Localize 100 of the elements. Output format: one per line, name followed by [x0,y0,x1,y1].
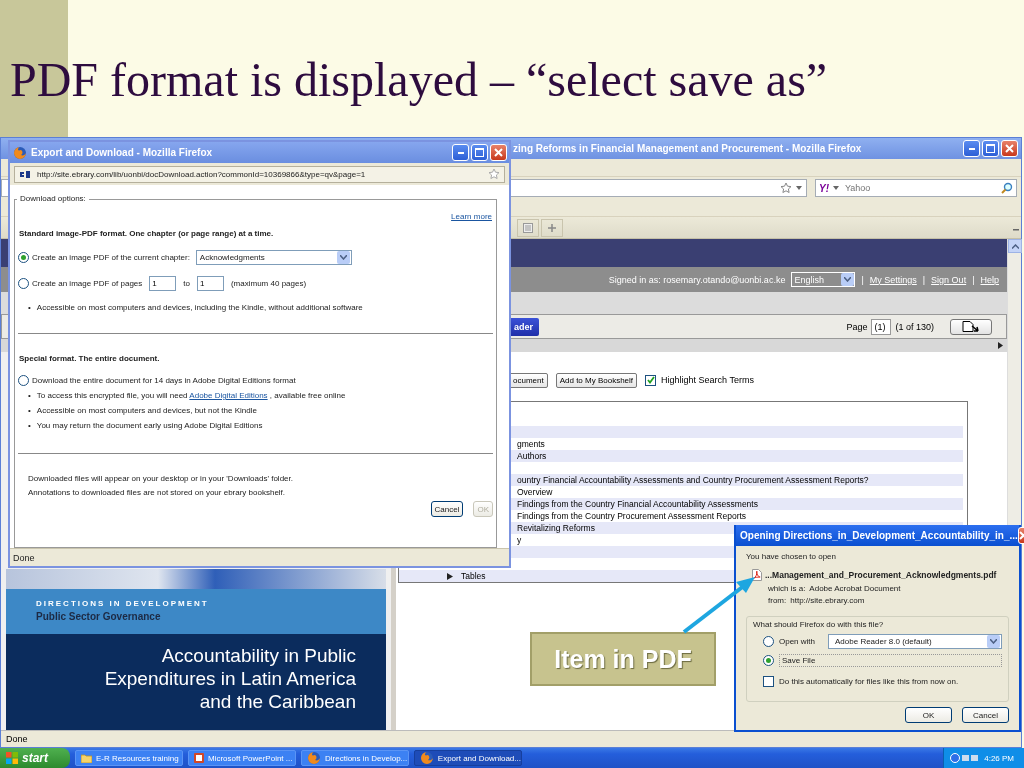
cover-title: Expenditures in Latin America [104,667,356,690]
toc-entry[interactable]: Findings from the Country Procurement Assessment Reports [517,511,747,521]
folder-icon [81,753,92,763]
taskbar-button[interactable]: Export and Download... [414,750,522,766]
chapter-dropdown[interactable]: Acknowledgments [195,250,352,265]
search-engine-logo[interactable]: Y! [819,182,829,194]
cover-title: Accountability in Public [161,644,356,667]
separator: | [922,274,926,285]
dialog-button[interactable]: Cancel [430,501,464,517]
tab-list-icon [523,222,533,233]
window-title: zing Reforms in Financial Management and Procurement - Mozilla Firefox [513,143,862,154]
minimize-button[interactable] [452,144,469,161]
search-icon[interactable] [1001,182,1013,194]
page-view-button[interactable] [950,318,992,335]
checkbox-label: Highlight Search Terms [661,375,754,385]
option-label: Download the entire document for 14 days in Adobe Digital Editions format [32,376,296,385]
option-label: Create an image PDF of pages [32,279,143,288]
firefox-icon [420,751,434,765]
address-field[interactable]: http://site.ebrary.com/lib/uonbi/docDownload.action?commonId=10369866&type=qv&page=1 [14,165,505,183]
bullet-text: Accessible on most computers and devices, including the Kindle, without additional software [36,302,363,313]
toc-entry[interactable]: Revitalizing Reforms [517,523,595,533]
radio-button[interactable] [763,655,774,666]
firefox-icon [307,751,321,765]
slide-title: PDF format is displayed – “select save as” [10,52,828,107]
checkbox-label: Do this automatically for files like this from now on. [779,677,959,686]
tray-icons[interactable] [950,753,981,763]
close-button[interactable] [1001,140,1018,157]
page-from-field[interactable]: 1 [149,276,177,291]
expand-arrow-icon[interactable] [447,572,453,580]
toc-entry[interactable]: Findings from the Country Financial Accountability Assessments [517,499,758,509]
range-note: (maximum 40 pages) [230,279,307,288]
radio-button[interactable] [18,252,29,263]
maximize-button[interactable] [471,144,488,161]
group-legend: What should Firefox do with this file? [753,620,1002,629]
windows-logo-icon [6,752,18,764]
search-field[interactable]: Y! Yahoo [815,179,1017,197]
star-icon[interactable] [780,182,792,194]
range-label: to [183,279,190,288]
maximize-button[interactable] [982,140,999,157]
bullet-text: You may return the document early using Adobe Digital Editions [36,420,263,431]
info-text: Annotations to downloaded files are not stored on your ebrary bookshelf. [28,488,287,497]
cover-title: and the Caribbean [199,690,356,713]
clock: 4:26 PM [984,753,1014,763]
signed-in-text: Signed in as: rosemary.otando@uonbi.ac.ke [608,274,786,285]
cover-subseries: Public Sector Governance [36,611,162,622]
dropdown-arrow-icon[interactable] [796,186,802,190]
page-count: (1 of 130) [895,321,934,332]
minimize-icon [457,151,464,154]
toc-entry[interactable]: Overview [517,487,553,497]
presentation-icon [194,753,204,763]
bullet-text: To access this encrypted file, you will need Adobe Digital Editions , available free online [36,390,346,401]
info-text: Downloaded files will appear on your desktop or in your 'Downloads' folder. [28,474,294,483]
dropdown-arrow-icon[interactable] [833,186,839,190]
bookshelf-button[interactable]: Add to My Bookshelf [555,372,638,388]
link[interactable]: Adobe Digital Editions [189,391,268,400]
radio-button[interactable] [18,278,29,289]
application-dropdown[interactable]: Adobe Reader 8.0 (default) [828,634,1002,649]
file-source: http://site.ebrary.com [790,596,865,605]
bullet-mark: • [28,405,31,416]
status-text: Done [6,734,28,744]
toc-entry[interactable]: Authors [517,451,547,461]
dialog-button[interactable]: OK [905,707,952,723]
expand-arrow-icon[interactable] [998,342,1003,349]
section-heading: Standard image-PDF format. One chapter (or page range) at a time. [19,229,275,238]
toc-entry[interactable]: y [517,535,522,545]
window-title: Opening Directions_in_Development_Accountability_in_... [740,530,1018,541]
plus-icon [548,223,556,232]
taskbar-button[interactable]: Directions in Develop... [301,750,409,766]
taskbar-button[interactable]: Microsoft PowerPoint ... [188,750,296,766]
star-icon[interactable] [488,168,500,180]
taskbar-button[interactable]: E-R Resources training [75,750,183,766]
toc-entry[interactable]: gments [517,439,545,449]
dialog-button[interactable]: Cancel [962,707,1009,723]
pdf-file-icon [752,569,762,581]
page-to-field[interactable]: 1 [196,276,224,291]
toc-entry[interactable]: ountry Financial Accountability Assessments and Country Procurement Assessment Reports? [517,475,869,485]
cover-series: DIRECTIONS IN DEVELOPMENT [36,599,210,608]
bullet-mark: • [28,302,31,313]
maximize-icon [475,148,484,157]
window-title: Export and Download - Mozilla Firefox [31,147,213,158]
learn-more-link[interactable]: Learn more [451,212,492,221]
close-button[interactable] [490,144,507,161]
close-icon [494,148,503,157]
callout-label: Item in PDF [530,632,716,686]
radio-button[interactable] [18,375,29,386]
bullet-mark: • [28,420,31,431]
toc-entry[interactable]: Tables [461,571,486,581]
bullet-mark: • [28,390,31,401]
minimize-button[interactable] [963,140,980,157]
page-field[interactable]: (1) [871,318,892,335]
intro-text: You have chosen to open [746,552,837,561]
close-icon [1005,144,1014,153]
separator: | [861,274,864,285]
highlight-checkbox[interactable] [645,374,657,386]
radio-button[interactable] [763,636,774,647]
option-label: Create an image PDF of the current chapter: [32,253,190,262]
page-icon [961,321,981,332]
section-heading: Special format. The entire document. [19,354,161,363]
auto-checkbox[interactable] [763,676,774,687]
scroll-up-icon[interactable] [1011,243,1019,249]
